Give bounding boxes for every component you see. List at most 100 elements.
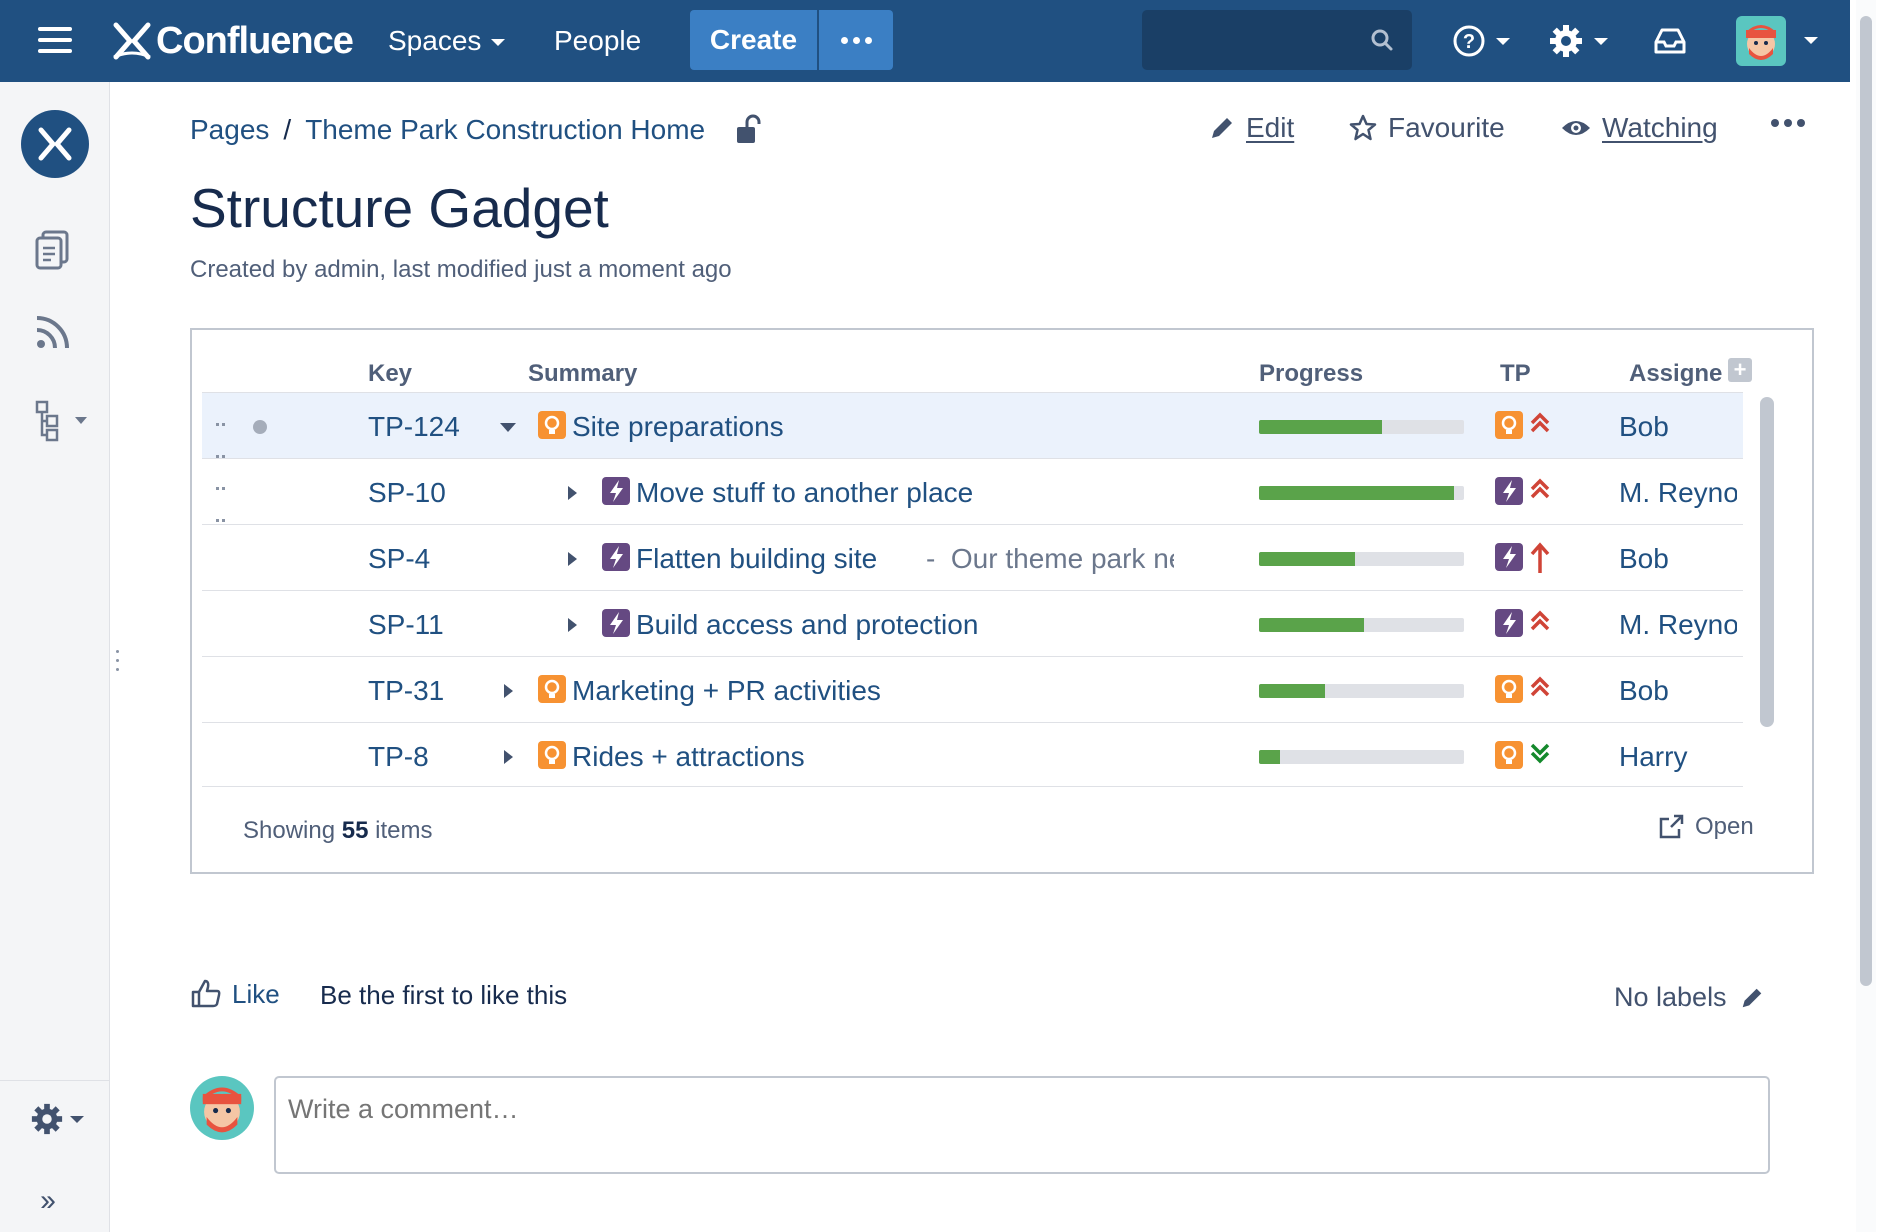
column-header-progress[interactable]: Progress xyxy=(1259,360,1363,388)
create-more-button[interactable] xyxy=(819,10,893,70)
labels-text: No labels xyxy=(1614,982,1727,1012)
collapse-toggle-icon[interactable] xyxy=(500,423,516,432)
like-button[interactable]: Like xyxy=(190,978,280,1010)
eye-icon xyxy=(1562,121,1590,135)
gear-icon xyxy=(31,1103,63,1135)
space-sidebar: ›› xyxy=(0,82,110,1232)
expand-toggle-icon[interactable] xyxy=(504,750,513,764)
help-icon: ? xyxy=(1453,25,1485,57)
like-summary: Be the first to like this xyxy=(320,980,568,1010)
blog-rss-icon[interactable] xyxy=(33,312,73,357)
column-header-tp[interactable]: TP xyxy=(1500,360,1531,388)
breadcrumb-space-home[interactable]: Theme Park Construction Home xyxy=(305,114,705,146)
pencil-icon xyxy=(1742,988,1761,1007)
column-header-key[interactable]: Key xyxy=(368,360,412,388)
issue-description: - Our theme park need xyxy=(926,543,1174,575)
lightning-icon xyxy=(602,543,630,571)
issue-key[interactable]: SP-10 xyxy=(368,477,446,509)
open-structure-link[interactable]: Open xyxy=(1657,813,1754,841)
space-logo[interactable] xyxy=(21,110,89,178)
page-byline: Created by admin, last modified just a m… xyxy=(190,256,732,283)
issue-summary[interactable]: Marketing + PR activities xyxy=(572,675,881,707)
create-button[interactable]: Create xyxy=(690,10,817,70)
progress-fill xyxy=(1259,750,1280,764)
space-tools-menu[interactable] xyxy=(30,1102,84,1136)
table-row[interactable]: SP-4 Flatten building site - Our theme par… xyxy=(202,524,1743,590)
grid-scrollbar[interactable] xyxy=(1760,397,1774,727)
assignee[interactable]: Bob xyxy=(1619,411,1737,443)
add-column-icon[interactable]: + xyxy=(1728,358,1752,382)
expand-sidebar-icon[interactable]: ›› xyxy=(40,1184,56,1218)
assignee[interactable]: Bob xyxy=(1619,543,1737,575)
lightbulb-icon xyxy=(538,741,566,769)
chevron-down-icon xyxy=(1594,37,1608,45)
issue-key[interactable]: TP-31 xyxy=(368,675,444,707)
search-icon xyxy=(1371,29,1393,51)
breadcrumb-pages[interactable]: Pages xyxy=(190,114,269,146)
labels-edit[interactable]: No labels xyxy=(1614,982,1765,1013)
assignee[interactable]: M. Reynolds xyxy=(1619,477,1737,509)
item-count: Showing 55 items xyxy=(243,817,432,845)
confluence-x-icon xyxy=(113,22,151,60)
confluence-x-icon xyxy=(38,127,72,161)
showing-suffix: items xyxy=(375,817,433,844)
user-avatar[interactable] xyxy=(1736,16,1786,66)
lightbulb-icon xyxy=(538,411,566,439)
issue-key[interactable]: TP-8 xyxy=(368,741,429,773)
assignee[interactable]: M. Reynolds xyxy=(1619,609,1737,641)
edit-button[interactable]: Edit xyxy=(1208,112,1294,144)
spaces-label: Spaces xyxy=(388,25,482,56)
confluence-logo[interactable]: Confluence xyxy=(110,16,354,66)
search-box[interactable] xyxy=(1142,10,1412,70)
expand-toggle-icon[interactable] xyxy=(568,618,577,632)
issue-summary[interactable]: Rides + attractions xyxy=(572,741,805,773)
lightbulb-icon xyxy=(538,675,566,703)
gear-icon xyxy=(1550,25,1582,57)
expand-toggle-icon[interactable] xyxy=(504,684,513,698)
showing-count: 55 xyxy=(341,817,369,844)
people-link[interactable]: People xyxy=(554,20,641,62)
chevron-down-icon xyxy=(491,39,506,47)
issue-summary[interactable]: Flatten building site xyxy=(636,543,877,575)
table-row[interactable]: TP-124 Site preparations Bob xyxy=(202,392,1743,522)
progress-fill xyxy=(1259,618,1364,632)
unlock-icon[interactable] xyxy=(735,114,761,146)
spaces-menu[interactable]: Spaces xyxy=(388,20,506,62)
issue-key[interactable]: SP-4 xyxy=(368,543,430,575)
app-switcher-menu-icon[interactable] xyxy=(38,27,72,53)
issue-key[interactable]: TP-124 xyxy=(368,411,460,443)
comment-input[interactable] xyxy=(274,1076,1770,1174)
breadcrumb-separator: / xyxy=(283,114,292,145)
settings-menu[interactable] xyxy=(1548,20,1608,62)
issue-summary[interactable]: Move stuff to another place xyxy=(636,477,973,509)
chevron-down-icon xyxy=(70,1115,84,1123)
table-row[interactable]: SP-10 Move stuff to another place M. Reyno… xyxy=(202,458,1743,524)
page-tree-menu[interactable] xyxy=(33,398,87,442)
issue-summary[interactable]: Build access and protection xyxy=(636,609,978,641)
double-chevron-up-icon xyxy=(1529,475,1551,510)
progress-bar xyxy=(1259,618,1464,632)
column-header-assignee[interactable]: Assigne xyxy=(1629,360,1722,388)
more-actions-button[interactable] xyxy=(1770,118,1806,128)
table-row[interactable]: SP-11 Build access and protection M. Reyno… xyxy=(202,590,1743,656)
expand-toggle-icon[interactable] xyxy=(568,552,577,566)
assignee[interactable]: Bob xyxy=(1619,675,1737,707)
assignee[interactable]: Harry xyxy=(1619,741,1737,773)
page-scrollbar[interactable] xyxy=(1856,0,1876,1232)
table-row[interactable]: TP-8 Rides + attractions Harry xyxy=(202,722,1743,788)
grid-footer-divider xyxy=(202,786,1743,787)
table-row[interactable]: TP-31 Marketing + PR activities Bob xyxy=(202,656,1743,722)
notifications-button[interactable] xyxy=(1652,20,1688,62)
issue-key[interactable]: SP-11 xyxy=(368,609,444,641)
pages-icon[interactable] xyxy=(33,228,73,277)
help-menu[interactable]: ? xyxy=(1452,20,1510,62)
favourite-button[interactable]: Favourite xyxy=(1348,112,1505,144)
lightning-icon xyxy=(602,477,630,505)
sidebar-resize-handle[interactable] xyxy=(116,650,122,677)
watching-button[interactable]: Watching xyxy=(1560,112,1718,144)
expand-toggle-icon[interactable] xyxy=(568,486,577,500)
column-header-summary[interactable]: Summary xyxy=(528,360,637,388)
row-select-dot[interactable] xyxy=(253,420,267,434)
chevron-down-icon[interactable] xyxy=(1804,37,1818,44)
issue-summary[interactable]: Site preparations xyxy=(572,411,784,443)
